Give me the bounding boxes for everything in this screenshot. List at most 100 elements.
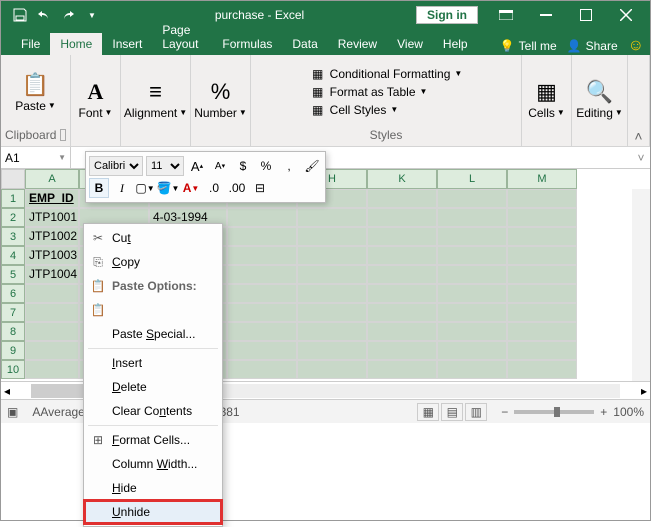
cell[interactable] — [437, 227, 507, 246]
cell[interactable] — [227, 265, 297, 284]
tab-formulas[interactable]: Formulas — [212, 33, 282, 55]
fill-color-button[interactable]: 🪣▼ — [158, 178, 178, 198]
paste-button[interactable]: 📋 Paste▼ — [9, 69, 62, 115]
row-header[interactable]: 6 — [1, 284, 25, 303]
cell[interactable] — [437, 303, 507, 322]
tellme-button[interactable]: 💡 Tell me — [500, 39, 557, 53]
row-header[interactable]: 3 — [1, 227, 25, 246]
cell[interactable] — [437, 341, 507, 360]
tab-insert[interactable]: Insert — [102, 33, 152, 55]
column-header[interactable]: M — [507, 169, 577, 189]
column-header[interactable]: K — [367, 169, 437, 189]
normal-view-icon[interactable]: ▦ — [417, 403, 439, 421]
scrollbar-thumb[interactable] — [31, 384, 91, 398]
ribbon-collapse[interactable]: ˄ — [628, 55, 650, 146]
cell[interactable] — [437, 189, 507, 208]
cell[interactable] — [297, 208, 367, 227]
tab-home[interactable]: Home — [50, 33, 102, 55]
column-header[interactable]: A — [25, 169, 79, 189]
font-button[interactable]: AFont▼ — [73, 76, 119, 122]
cell[interactable] — [507, 189, 577, 208]
zoom-out-button[interactable]: − — [501, 405, 508, 419]
bold-button[interactable]: B — [89, 178, 109, 198]
cell[interactable] — [437, 265, 507, 284]
menu-column-width[interactable]: Column Width... — [84, 452, 222, 476]
cell[interactable] — [25, 284, 79, 303]
comma-format-icon[interactable]: , — [279, 156, 299, 176]
cell[interactable] — [367, 265, 437, 284]
cell[interactable] — [367, 360, 437, 379]
cell[interactable] — [227, 360, 297, 379]
row-header[interactable]: 2 — [1, 208, 25, 227]
undo-icon[interactable] — [33, 4, 55, 26]
menu-unhide[interactable]: Unhide — [84, 500, 222, 524]
menu-clear-contents[interactable]: Clear Contents — [84, 399, 222, 423]
row-header[interactable]: 10 — [1, 360, 25, 379]
record-macro-icon[interactable]: ▣ — [7, 405, 18, 419]
cell[interactable] — [367, 341, 437, 360]
tab-page-layout[interactable]: Page Layout — [152, 19, 212, 55]
cell[interactable] — [297, 246, 367, 265]
close-button[interactable] — [606, 1, 646, 29]
formula-expand-icon[interactable]: ˅ — [632, 151, 650, 165]
menu-paste-special[interactable]: Paste Special... — [84, 322, 222, 346]
maximize-button[interactable] — [566, 1, 606, 29]
cell[interactable] — [367, 227, 437, 246]
row-header[interactable]: 4 — [1, 246, 25, 265]
menu-insert[interactable]: Insert — [84, 351, 222, 375]
cell[interactable] — [507, 284, 577, 303]
merge-center-icon[interactable]: ⊟ — [250, 178, 270, 198]
borders-button[interactable]: ▢▼ — [135, 178, 155, 198]
cell[interactable] — [227, 303, 297, 322]
cell[interactable] — [297, 284, 367, 303]
cell[interactable] — [227, 341, 297, 360]
zoom-in-button[interactable]: + — [600, 405, 607, 419]
menu-delete[interactable]: Delete — [84, 375, 222, 399]
cell[interactable] — [297, 265, 367, 284]
row-header[interactable]: 5 — [1, 265, 25, 284]
cell[interactable] — [507, 208, 577, 227]
cell[interactable] — [437, 322, 507, 341]
font-color-button[interactable]: A▼ — [181, 178, 201, 198]
row-header[interactable]: 7 — [1, 303, 25, 322]
number-button[interactable]: %Number▼ — [188, 76, 253, 122]
menu-cut[interactable]: ✂Cut — [84, 226, 222, 250]
cell[interactable]: EMP_ID — [25, 189, 79, 208]
cells-button[interactable]: ▦Cells▼ — [522, 76, 571, 122]
share-button[interactable]: 👤 Share — [567, 39, 618, 53]
column-header[interactable]: L — [437, 169, 507, 189]
menu-copy[interactable]: ⎘Copy — [84, 250, 222, 274]
cell[interactable] — [297, 227, 367, 246]
cell[interactable] — [367, 322, 437, 341]
cell[interactable]: JTP1002 — [25, 227, 79, 246]
cell[interactable] — [367, 246, 437, 265]
ribbon-display-icon[interactable] — [486, 1, 526, 29]
cell[interactable] — [507, 322, 577, 341]
name-box[interactable]: A1▼ — [1, 147, 71, 168]
select-all-corner[interactable] — [1, 169, 25, 189]
cell[interactable] — [25, 303, 79, 322]
conditional-formatting-button[interactable]: ▦Conditional Formatting▼ — [310, 66, 463, 82]
cell[interactable] — [437, 360, 507, 379]
zoom-slider[interactable] — [514, 410, 594, 414]
format-painter-icon[interactable]: 🖌 — [302, 156, 322, 176]
signin-button[interactable]: Sign in — [416, 6, 478, 24]
cell[interactable] — [227, 227, 297, 246]
cell[interactable] — [437, 246, 507, 265]
editing-button[interactable]: 🔍Editing▼ — [570, 76, 629, 122]
italic-button[interactable]: I — [112, 178, 132, 198]
qat-customize-icon[interactable]: ▼ — [81, 4, 103, 26]
cell[interactable] — [507, 341, 577, 360]
clipboard-dialog-launcher[interactable] — [60, 129, 66, 141]
alignment-button[interactable]: ≡Alignment▼ — [118, 76, 193, 122]
cell[interactable] — [25, 322, 79, 341]
cell[interactable] — [507, 227, 577, 246]
cell[interactable]: JTP1003 — [25, 246, 79, 265]
row-header[interactable]: 9 — [1, 341, 25, 360]
cell[interactable] — [507, 303, 577, 322]
cell[interactable] — [367, 303, 437, 322]
cell[interactable] — [297, 322, 367, 341]
page-break-view-icon[interactable]: ▥ — [465, 403, 487, 421]
cell[interactable] — [297, 303, 367, 322]
cell[interactable] — [367, 284, 437, 303]
